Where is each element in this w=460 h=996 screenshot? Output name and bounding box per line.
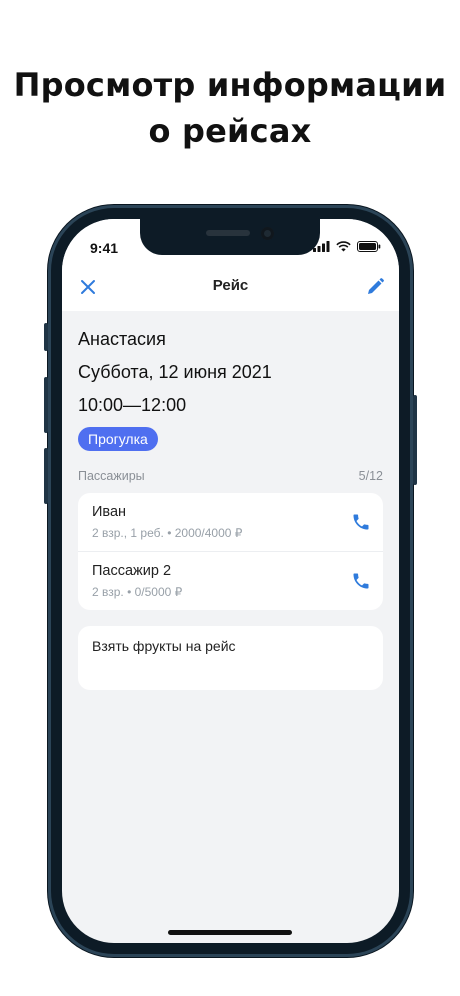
- passengers-count: 5/12: [358, 469, 383, 483]
- status-icons: [313, 241, 381, 252]
- mute-switch: [44, 323, 48, 351]
- phone-frame: 9:41 Рейс Анастасия Суббота, 12 июня 202…: [44, 205, 417, 957]
- camera: [261, 227, 274, 240]
- promo-line-2: о рейсах: [148, 112, 312, 150]
- speaker: [206, 230, 250, 236]
- volume-up-button: [44, 377, 48, 433]
- phone-screen: 9:41 Рейс Анастасия Суббота, 12 июня 202…: [62, 219, 399, 943]
- trip-date: Суббота, 12 июня 2021: [78, 362, 272, 382]
- promo-line-1: Просмотр информации: [13, 66, 447, 104]
- passenger-row[interactable]: Пассажир 2 2 взр. • 0/5000 ₽: [78, 551, 383, 610]
- passenger-row[interactable]: Иван 2 взр., 1 реб. • 2000/4000 ₽: [78, 493, 383, 551]
- home-indicator[interactable]: [168, 930, 292, 935]
- passenger-name: Иван: [92, 504, 127, 520]
- power-button: [413, 395, 417, 485]
- note-text: Взять фрукты на рейс: [92, 638, 236, 654]
- note-card[interactable]: Взять фрукты на рейс: [78, 626, 383, 690]
- passengers-header: Пассажиры 5/12: [78, 469, 383, 483]
- trip-details: Анастасия Суббота, 12 июня 2021 10:00—12…: [78, 327, 383, 690]
- trip-time-range: 10:00—12:00: [78, 395, 187, 415]
- passenger-meta: 2 взр., 1 реб. • 2000/4000 ₽: [92, 526, 243, 540]
- passenger-name: Пассажир 2: [92, 563, 172, 579]
- passenger-meta: 2 взр. • 0/5000 ₽: [92, 585, 183, 599]
- battery-icon: [357, 241, 381, 252]
- trip-type-tag: Прогулка: [78, 427, 158, 451]
- passengers-title: Пассажиры: [78, 469, 145, 483]
- passenger-list: Иван 2 взр., 1 реб. • 2000/4000 ₽ Пассаж…: [78, 493, 383, 610]
- nav-title: Рейс: [212, 277, 249, 294]
- volume-down-button: [44, 448, 48, 504]
- promo-headline: Просмотр информации о рейсах: [0, 62, 460, 154]
- notch: [140, 219, 320, 255]
- wifi-icon: [336, 241, 351, 252]
- phone-icon[interactable]: [351, 512, 371, 532]
- client-name: Анастасия: [78, 329, 166, 349]
- status-time: 9:41: [90, 240, 119, 256]
- phone-icon[interactable]: [351, 571, 371, 591]
- pencil-icon[interactable]: [365, 277, 385, 297]
